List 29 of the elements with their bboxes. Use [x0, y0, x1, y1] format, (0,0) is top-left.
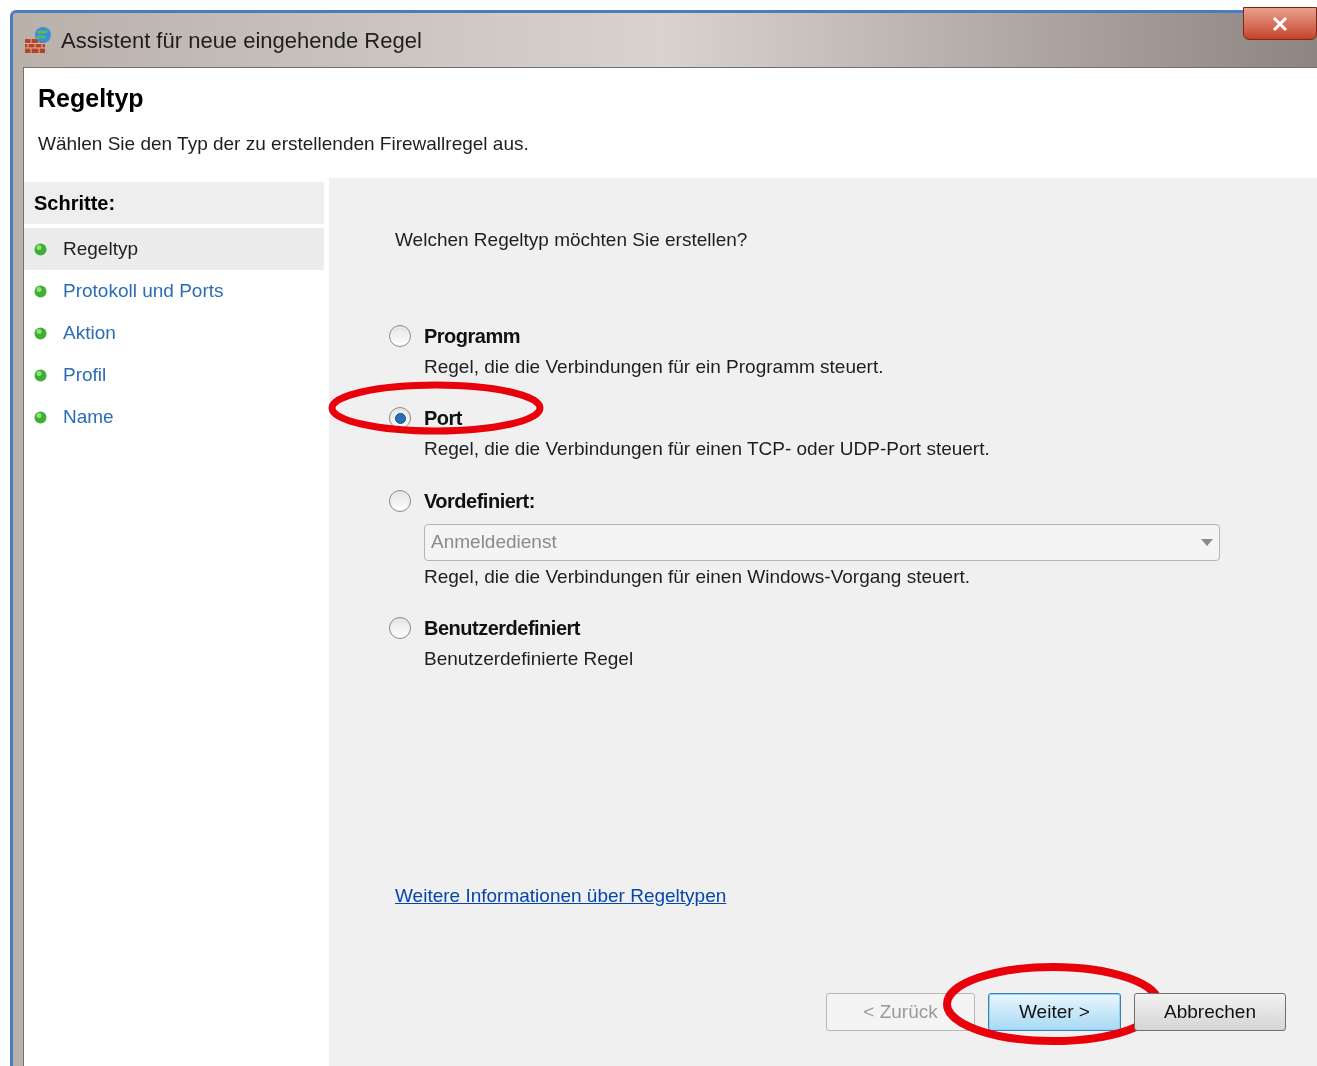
- window-title: Assistent für neue eingehende Regel: [61, 26, 422, 55]
- option-label: Benutzerdefiniert: [424, 616, 580, 641]
- close-button[interactable]: [1243, 7, 1317, 40]
- option-label: Port: [424, 406, 462, 431]
- option-description: Benutzerdefinierte Regel: [424, 647, 635, 671]
- option-description: Regel, die die Verbindungen für ein Programm steuert.: [424, 354, 885, 379]
- option-label: Programm: [424, 323, 521, 349]
- help-link[interactable]: Weitere Informationen über Regeltypen: [395, 881, 727, 910]
- step-dot-icon: [34, 284, 47, 298]
- radio-button[interactable]: [389, 489, 411, 512]
- page-subtitle: Wählen Sie den Typ der zu erstellenden Firewallregel aus.: [38, 131, 530, 156]
- radio-button[interactable]: [389, 617, 411, 639]
- step-dot-icon: [34, 326, 47, 340]
- close-icon: [1272, 15, 1288, 32]
- step-item[interactable]: Regeltyp: [24, 228, 324, 270]
- wizard-button[interactable]: Abbrechen: [1134, 993, 1286, 1031]
- step-dot-icon: [34, 410, 47, 424]
- step-dot-icon: [34, 368, 47, 382]
- step-dot-icon: [34, 242, 47, 256]
- steps-heading: Schritte:: [24, 182, 324, 224]
- page-heading: Regeltyp: [38, 83, 145, 114]
- caret-icon: [1201, 538, 1213, 546]
- option-description: Regel, die die Verbindungen für einen TCP- oder UDP-Port steuert.: [424, 437, 991, 461]
- option-description: Regel, die die Verbindungen für einen Windows-Vorgang steuert.: [424, 564, 972, 589]
- option-label: Vordefiniert:: [424, 488, 535, 514]
- question-text: Welchen Regeltyp möchten Sie erstellen?: [395, 228, 749, 252]
- wizard-button[interactable]: Weiter >: [988, 993, 1121, 1031]
- radio-button[interactable]: [389, 324, 411, 347]
- firewall-icon: [23, 25, 53, 55]
